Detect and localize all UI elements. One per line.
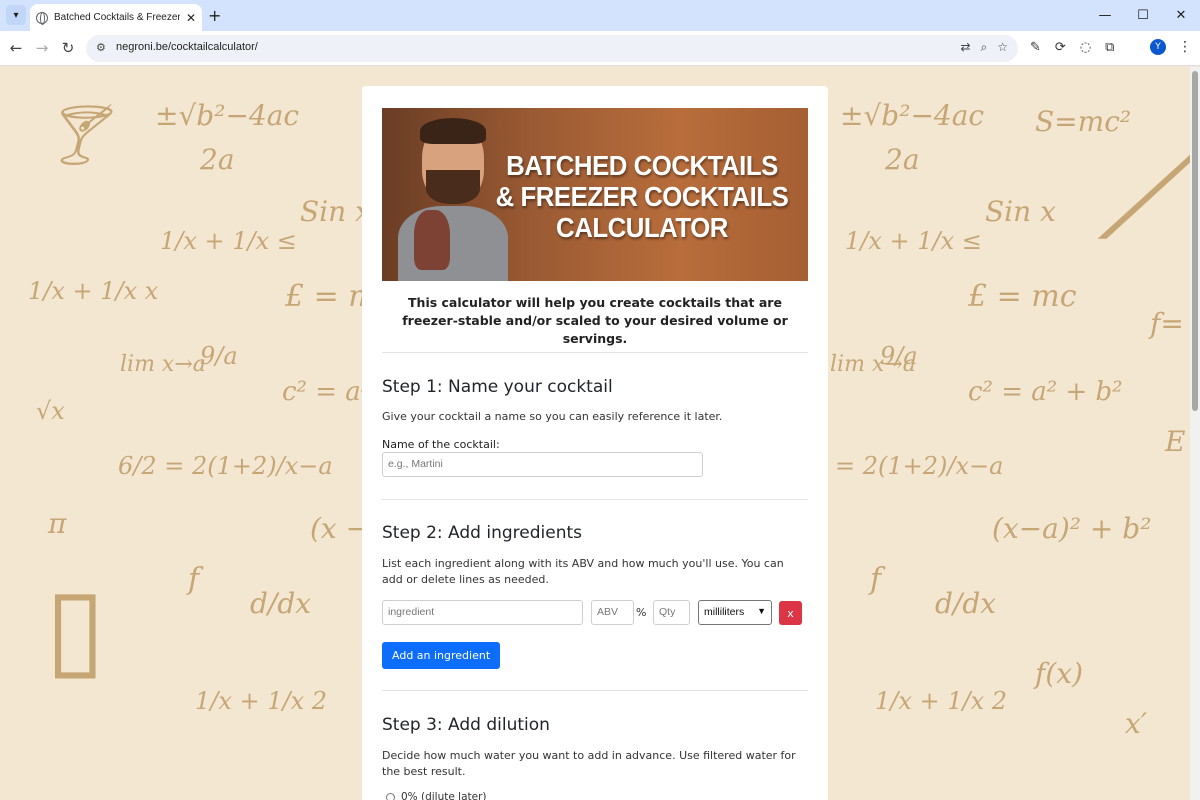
doodle-frac-sum-right: 1/x + 1/x ≤	[845, 227, 982, 255]
divider	[382, 499, 808, 500]
chevron-down-icon: ▼	[757, 606, 766, 616]
doodle-f-left: f	[188, 562, 200, 597]
step2-description: List each ingredient along with its ABV …	[382, 557, 784, 586]
cocktail-name-label: Name of the cocktail:	[382, 438, 500, 451]
doodle-x-prime: x′	[1125, 707, 1148, 740]
remove-ingredient-button[interactable]: x	[779, 601, 802, 625]
browser-toolbar: ← → ↻ ⚙ negroni.be/cocktailcalculator/ ⇄…	[0, 31, 1200, 66]
doodle-frac-sum3-left: 1/x + 1/x 2	[195, 687, 328, 715]
page-scrollbar[interactable]	[1190, 67, 1200, 800]
hero-title: BATCHED COCKTAILS & FREEZER COCKTAILS CA…	[495, 150, 789, 243]
back-icon[interactable]: ←	[6, 39, 26, 57]
doodle-lim-left: lim x→a	[120, 352, 206, 377]
doodle-frac-sum2: 1/x + 1/x x	[28, 277, 159, 305]
doodle-pythag-right: c² = a² + b²	[968, 377, 1123, 407]
step3-heading: Step 3: Add dilution	[382, 715, 550, 735]
step1-description: Give your cocktail a name so you can eas…	[382, 410, 723, 423]
doodle-circle-right: (x−a)² + b²	[992, 512, 1152, 545]
doodle-quadratic-bottom: 2a	[200, 143, 235, 176]
star-icon[interactable]: ☆	[997, 40, 1008, 55]
cocktail-glass-icon	[414, 210, 450, 270]
doodle-f-eq: f=	[1150, 307, 1184, 340]
doodle-six-two-right: = 2(1+2)/x−a	[835, 452, 1004, 480]
window-controls: — ☐ ✕	[1086, 0, 1200, 31]
close-window-icon[interactable]: ✕	[1162, 0, 1200, 31]
dilution-option-0[interactable]: 0% (dilute later)	[386, 791, 487, 800]
tab-close-icon[interactable]: ✕	[186, 11, 196, 25]
percent-label: %	[636, 606, 647, 619]
doodle-frac-sum3-right: 1/x + 1/x 2	[875, 687, 1008, 715]
tab-bar: ▾ Batched Cocktails & Freezer Co ✕ + — ☐…	[0, 0, 1200, 31]
hero-banner: BATCHED COCKTAILS & FREEZER COCKTAILS CA…	[382, 108, 808, 281]
doodle-e-mc-right: £ = mc	[968, 279, 1077, 314]
cocktail-name-input[interactable]: e.g., Martini	[382, 452, 703, 477]
eye-off-icon[interactable]: ◌	[1080, 40, 1091, 55]
doodle-quadratic-top: ±√b²−4ac	[155, 99, 300, 132]
reload-icon[interactable]: ↻	[58, 39, 78, 57]
scrollbar-thumb[interactable]	[1192, 71, 1198, 411]
doodle-sqrt-x: √x	[36, 397, 65, 425]
maximize-icon[interactable]: ☐	[1124, 0, 1162, 31]
zoom-icon[interactable]: ⌕	[981, 40, 988, 55]
minimize-icon[interactable]: —	[1086, 0, 1124, 31]
doodle-frac-sum: 1/x + 1/x ≤	[160, 227, 297, 255]
doodle-ddx-left: d/dx	[250, 587, 312, 620]
abv-input[interactable]: ABV	[591, 600, 634, 625]
quantity-input[interactable]: Qty	[653, 600, 690, 625]
step3-description: Decide how much water you want to add in…	[382, 749, 796, 778]
bar-spoon-icon: ⟋	[1098, 116, 1190, 268]
ingredient-input[interactable]: ingredient	[382, 600, 583, 625]
sync-icon[interactable]: ⟳	[1055, 40, 1066, 55]
doodle-ddx-right: d/dx	[935, 587, 997, 620]
calculator-card: BATCHED COCKTAILS & FREEZER COCKTAILS CA…	[362, 86, 828, 800]
coupe-glass-icon: 🍸︎	[38, 100, 115, 170]
intro-text: This calculator will help you create coc…	[402, 295, 788, 346]
more-icon[interactable]: ⋮	[1178, 39, 1192, 55]
unit-select-value: milliliters	[704, 606, 745, 618]
bartender-photo	[398, 118, 508, 281]
divider	[382, 690, 808, 691]
doodle-quadratic-bottom-right: 2a	[885, 143, 920, 176]
extensions-icon[interactable]: ⧉	[1105, 40, 1114, 55]
doodle-sinx-right: Sin x	[985, 195, 1056, 228]
url-text[interactable]: negroni.be/cocktailcalculator/	[116, 41, 258, 53]
unit-select[interactable]: milliliters ▼	[698, 600, 772, 625]
dilution-option-label: 0% (dilute later)	[401, 791, 487, 800]
doodle-f-right: f	[870, 562, 882, 597]
step2-heading: Step 2: Add ingredients	[382, 523, 583, 543]
profile-avatar[interactable]: Y	[1150, 39, 1166, 55]
doodle-pi: π	[48, 507, 67, 540]
radio-button[interactable]	[386, 792, 395, 800]
divider	[382, 352, 808, 353]
doodle-nine-a-right: 9/a	[880, 342, 918, 370]
new-tab-button[interactable]: +	[208, 6, 221, 25]
doodle-E: E	[1165, 425, 1186, 458]
extensions-bar: ✎ ⟳ ◌ ⧉	[1030, 40, 1114, 55]
doodle-six-two: 6/2 = 2(1+2)/x−a	[118, 452, 333, 480]
doodle-nine-a-left: 9/a	[200, 342, 238, 370]
doodle-quadratic-top-right: ±√b²−4ac	[840, 99, 985, 132]
tab-search-icon[interactable]: ▾	[6, 5, 26, 25]
globe-icon	[36, 11, 48, 25]
forward-icon[interactable]: →	[32, 39, 52, 57]
omnibox-actions: ⇄ ⌕ ☆	[960, 40, 1008, 55]
doodle-sinx-left: Sin x	[300, 195, 371, 228]
tab-title: Batched Cocktails & Freezer Co	[54, 12, 180, 23]
doodle-circle-left: (x −	[310, 512, 370, 545]
translate-icon[interactable]: ⇄	[960, 40, 970, 55]
pen-icon[interactable]: ✎	[1030, 40, 1041, 55]
add-ingredient-button[interactable]: Add an ingredient	[382, 642, 501, 669]
site-info-icon[interactable]: ⚙	[96, 41, 106, 54]
mixing-glass-icon: ▯	[45, 563, 106, 691]
step1-heading: Step 1: Name your cocktail	[382, 377, 613, 397]
active-tab[interactable]: Batched Cocktails & Freezer Co ✕	[30, 4, 202, 31]
doodle-fx: f(x)	[1035, 657, 1084, 690]
address-bar[interactable]: ⚙ negroni.be/cocktailcalculator/ ⇄ ⌕ ☆	[86, 35, 1018, 62]
